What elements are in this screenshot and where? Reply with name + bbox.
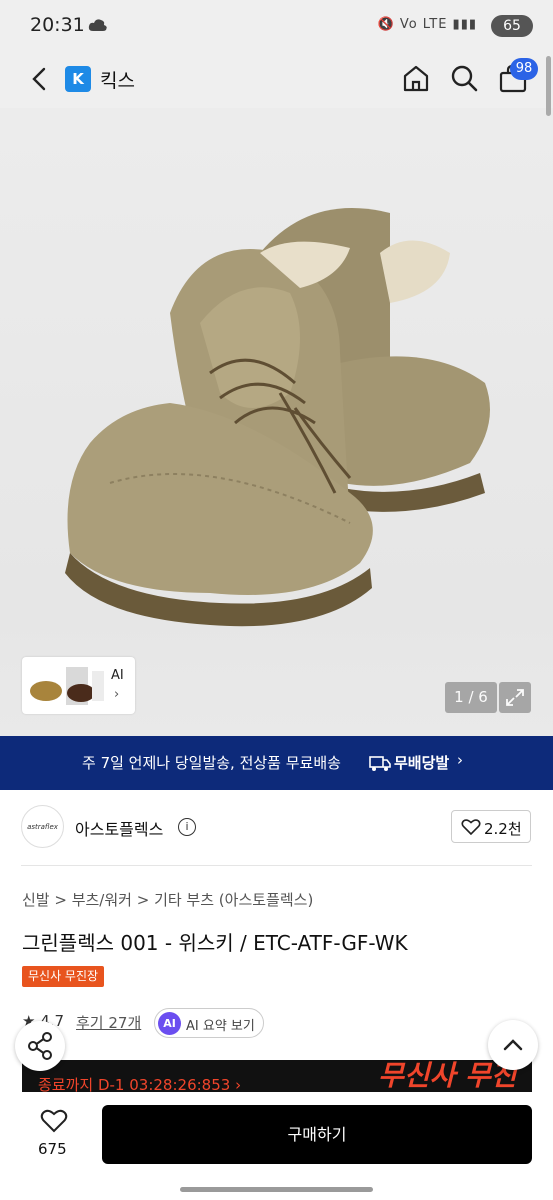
info-icon[interactable]: i: [178, 818, 196, 836]
status-network: 🔇 Vo LTE ▮▮▮: [377, 17, 477, 32]
thumbnail-image: [30, 667, 104, 705]
page-title[interactable]: 킥스: [100, 66, 135, 93]
search-icon[interactable]: [449, 63, 479, 93]
countdown-text: 종료까지 D-1 03:28:26:853 ›: [38, 1076, 242, 1092]
share-icon: [28, 1032, 52, 1060]
chevron-up-icon: [503, 1039, 523, 1051]
back-arrow-icon[interactable]: [28, 66, 50, 92]
breadcrumb[interactable]: 신발 > 부츠/워커 > 기타 부츠 (아스토플렉스): [22, 889, 313, 910]
heart-icon[interactable]: [40, 1108, 68, 1134]
heart-icon: [461, 819, 481, 836]
like-count: 675: [38, 1140, 67, 1158]
scrollbar[interactable]: [546, 56, 551, 116]
bottom-purchase-bar: 675 구매하기: [0, 1092, 553, 1200]
ai-badge-icon: AI: [158, 1012, 181, 1035]
kicks-logo[interactable]: K: [65, 66, 91, 92]
status-time: 20:31: [30, 14, 85, 36]
product-photo-suede-chukka-boots: [65, 208, 490, 627]
expand-button[interactable]: [499, 682, 531, 713]
home-icon[interactable]: [401, 63, 431, 93]
ai-label: AI: [111, 668, 124, 683]
ai-similar-items-thumbnail[interactable]: AI ›: [22, 657, 135, 714]
reviews-link[interactable]: 후기 27개: [76, 1012, 141, 1033]
share-button[interactable]: [15, 1021, 65, 1071]
brand-name[interactable]: 아스토플렉스: [75, 816, 163, 840]
gesture-bar[interactable]: [180, 1187, 373, 1192]
cart-count-badge: 98: [510, 58, 538, 80]
battery-indicator: 65: [491, 15, 533, 37]
ai-summary-label: AI 요약 보기: [186, 1019, 255, 1034]
image-pager: 1 / 6: [445, 682, 497, 713]
network-label: Vo LTE: [399, 17, 448, 32]
brand-like-button[interactable]: 2.2천: [451, 810, 531, 843]
top-app-bar: K 킥스 98: [0, 52, 553, 108]
cloud-icon: [88, 19, 107, 31]
ai-summary-button[interactable]: AI AI 요약 보기: [154, 1008, 264, 1038]
expand-icon: [506, 689, 524, 706]
truck-icon: [369, 756, 391, 771]
brand-like-count: 2.2천: [484, 820, 522, 838]
product-title: 그린플렉스 001 - 위스키 / ETC-ATF-GF-WK: [22, 931, 408, 955]
status-bar: 20:31 🔇 Vo LTE ▮▮▮ 65: [0, 0, 553, 52]
chevron-right-icon: ›: [457, 751, 463, 769]
free-shipping-banner[interactable]: 주 7일 언제나 당일발송, 전상품 무료배송 무배당발 ›: [0, 736, 553, 790]
event-tag: 무신사 무진장: [22, 966, 105, 987]
promo-brand: 무배당발: [394, 754, 450, 772]
scroll-to-top-button[interactable]: [488, 1020, 538, 1070]
promo-text: 주 7일 언제나 당일발송, 전상품 무료배송: [82, 754, 341, 772]
buy-button[interactable]: 구매하기: [102, 1105, 532, 1164]
chevron-right-icon: ›: [114, 687, 120, 702]
brand-row: astraflex 아스토플렉스 i 2.2천: [0, 800, 553, 865]
divider: [21, 865, 532, 866]
product-image-gallery[interactable]: AI › 1 / 6: [0, 108, 553, 736]
brand-logo[interactable]: astraflex: [21, 805, 64, 848]
countdown-banner[interactable]: 종료까지 D-1 03:28:26:853 › 무신사 무진장: [22, 1060, 532, 1092]
